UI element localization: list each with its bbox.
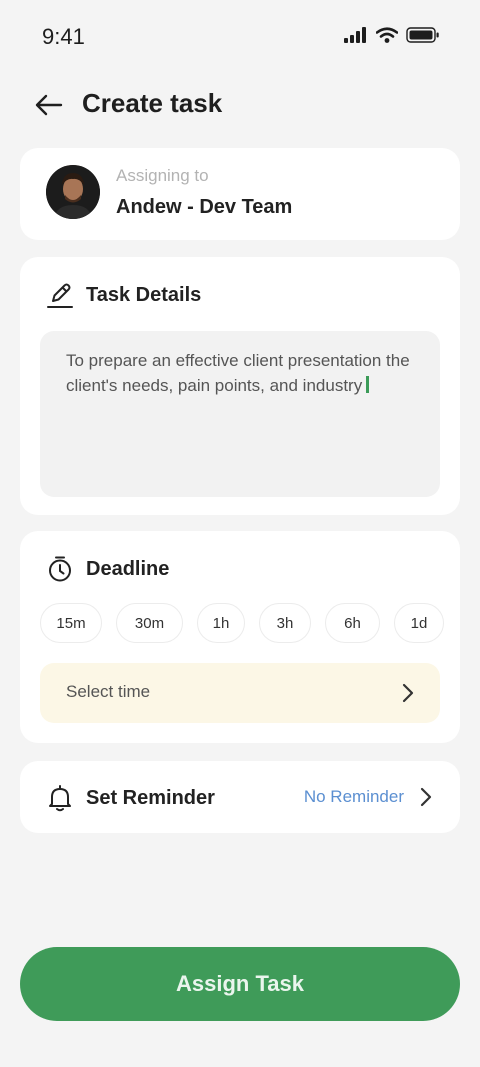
deadline-chips: 15m 30m 1h 3h 6h 1d	[40, 603, 460, 643]
chevron-right-icon	[420, 787, 432, 807]
signal-icon	[344, 27, 366, 43]
task-details-input[interactable]: To prepare an effective client presentat…	[40, 331, 440, 497]
assign-task-label: Assign Task	[176, 971, 304, 996]
reminder-header: Set Reminder	[46, 784, 215, 812]
header: Create task	[0, 82, 480, 128]
chevron-right-icon	[402, 683, 414, 703]
reminder-value[interactable]: No Reminder	[304, 787, 404, 807]
reminder-title: Set Reminder	[86, 786, 215, 809]
bell-icon	[49, 785, 71, 812]
status-bar: 9:41	[0, 0, 480, 72]
task-details-header: Task Details	[46, 281, 201, 309]
chip-15m[interactable]: 15m	[40, 603, 102, 643]
reminder-card[interactable]: Set Reminder No Reminder	[20, 761, 460, 833]
page-title: Create task	[82, 88, 223, 118]
chip-6h[interactable]: 6h	[325, 603, 380, 643]
chip-1h[interactable]: 1h	[197, 603, 245, 643]
status-time: 9:41	[42, 24, 85, 49]
select-time-button[interactable]: Select time	[40, 663, 440, 723]
back-button[interactable]	[34, 90, 64, 120]
arrow-left-icon	[35, 94, 63, 116]
text-cursor	[366, 375, 370, 393]
avatar	[46, 165, 100, 219]
deadline-card: Deadline 15m 30m 1h 3h 6h 1d Select time	[20, 531, 460, 743]
task-details-text: To prepare an effective client presentat…	[66, 351, 410, 395]
stopwatch-icon	[49, 556, 71, 582]
pencil-icon	[47, 283, 73, 308]
chip-1d[interactable]: 1d	[394, 603, 444, 643]
chip-3h[interactable]: 3h	[259, 603, 311, 643]
status-icons	[344, 27, 440, 43]
task-details-card: Task Details To prepare an effective cli…	[20, 257, 460, 515]
task-details-title: Task Details	[86, 283, 202, 306]
deadline-title: Deadline	[86, 557, 170, 580]
wifi-icon	[376, 27, 398, 43]
select-time-label: Select time	[66, 682, 151, 701]
assignee-label: Assigning to	[116, 166, 209, 185]
assignee-name: Andew - Dev Team	[116, 196, 293, 218]
chip-30m[interactable]: 30m	[116, 603, 183, 643]
battery-icon	[406, 27, 439, 43]
assign-task-button[interactable]: Assign Task	[20, 947, 460, 1021]
deadline-header: Deadline	[46, 555, 169, 583]
assignee-card[interactable]: Assigning to Andew - Dev Team	[20, 148, 460, 240]
